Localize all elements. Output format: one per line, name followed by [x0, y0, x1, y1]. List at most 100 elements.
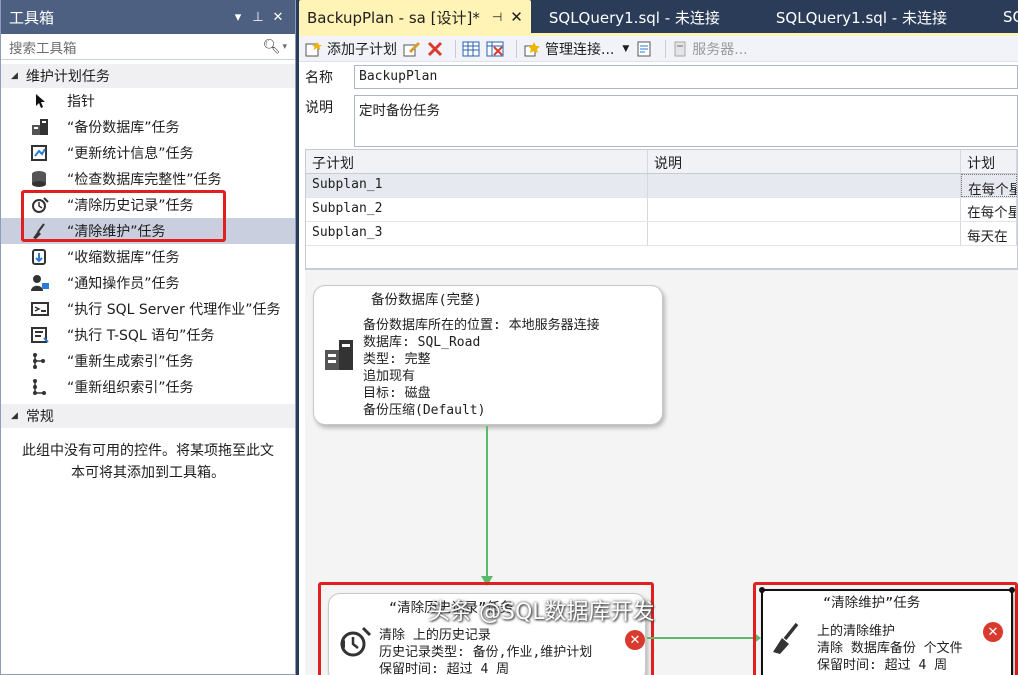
selection-handle[interactable] [1009, 587, 1015, 593]
description-label: 说明 [305, 100, 333, 116]
history-cleanup-icon [337, 624, 373, 665]
toolbox-titlebar: 工具箱 ▾ ⊥ ✕ [1, 0, 295, 34]
cell-description[interactable] [648, 174, 962, 197]
maintenance-cleanup-task[interactable]: “清除维护”任务 上的清除维护 清除 数据库备份 个文件 保留时间: 超过 4 … [759, 587, 1015, 675]
agent-job-icon [29, 299, 51, 319]
pin-icon[interactable]: ⊥ [249, 10, 267, 25]
toolbar-separator [665, 39, 667, 58]
tool-item-agent-job[interactable]: “执行 SQL Server 代理作业”任务 [1, 296, 295, 322]
column-header-subplan[interactable]: 子计划 [306, 150, 649, 173]
watermark-text: 头条 @SQL数据库开发 [428, 600, 655, 625]
detail-line: 历史记录类型: 备份,作业,维护计划 [379, 645, 593, 660]
cell-schedule[interactable]: 每天在 [961, 222, 1017, 245]
update-statistics-icon [29, 143, 51, 163]
column-header-description[interactable]: 说明 [648, 150, 962, 173]
pointer-icon [29, 91, 51, 111]
report-icon[interactable] [635, 41, 653, 57]
tool-item-label: “重新组织索引”任务 [67, 380, 194, 396]
error-icon[interactable]: ✕ [625, 630, 645, 650]
tool-item-label: “备份数据库”任务 [67, 120, 180, 136]
error-icon[interactable]: ✕ [983, 622, 1003, 642]
document-tabstrip: BackupPlan - sa [设计]* ⊣ ✕ SQLQuery1.sql … [299, 0, 1018, 34]
maintenance-cleanup-icon [769, 621, 803, 660]
dropdown-icon[interactable]: ▾ [229, 10, 247, 25]
manage-connections-button[interactable]: 管理连接... ▼ [523, 39, 629, 59]
tab-sq[interactable]: SQ [995, 0, 1018, 34]
tool-item-notify-operator[interactable]: “通知操作员”任务 [1, 270, 295, 296]
tool-item-label: “重新生成索引”任务 [67, 354, 194, 370]
edit-icon[interactable] [403, 41, 421, 57]
tab-label: SQLQuery1.sql - 未连接 [548, 8, 720, 27]
selection-handle[interactable] [759, 587, 765, 593]
search-icon[interactable]: 🔍︎ [263, 39, 281, 55]
tab-sqlquery1[interactable]: SQLQuery1.sql - 未连接 [541, 0, 728, 34]
table-row[interactable]: Subplan_2 在每个星 [306, 198, 1017, 222]
tool-item-label: “通知操作员”任务 [67, 276, 180, 292]
tab-sqlquery1-second[interactable]: SQLQuery1.sql - 未连接 [768, 0, 955, 34]
close-icon[interactable]: ✕ [510, 8, 523, 26]
name-field[interactable]: BackupPlan [354, 65, 1018, 89]
cell-subplan[interactable]: Subplan_1 [306, 174, 649, 197]
description-field[interactable]: 定时备份任务 [354, 95, 1018, 147]
designer-toolbar: 添加子计划 管理连接... ▼ 服务器... [299, 36, 1018, 62]
tool-item-label: “执行 T-SQL 语句”任务 [67, 328, 215, 344]
cell-subplan[interactable]: Subplan_3 [306, 222, 649, 245]
precedence-connector[interactable] [647, 637, 755, 639]
table-row[interactable]: Subplan_3 每天在 [306, 222, 1017, 246]
search-placeholder: 搜索工具箱 [9, 40, 77, 57]
tool-item-update-statistics[interactable]: “更新统计信息”任务 [1, 140, 295, 166]
reorganize-index-icon [29, 377, 51, 397]
cell-description[interactable] [648, 222, 962, 245]
group-maintenance-label: 维护计划任务 [25, 69, 110, 85]
detail-line: 备份压缩(Default) [363, 403, 486, 418]
cell-subplan[interactable]: Subplan_2 [306, 198, 649, 221]
column-header-schedule[interactable]: 计划 [961, 150, 1017, 173]
tool-item-label: “检查数据库完整性”任务 [67, 172, 222, 188]
group-maintenance-tasks[interactable]: ◢ 维护计划任务 [1, 64, 295, 88]
table-row[interactable]: Subplan_1 在每个星 [306, 174, 1017, 198]
collapse-icon[interactable]: ◢ [11, 411, 18, 421]
tab-backupplan[interactable]: BackupPlan - sa [设计]* ⊣ ✕ [299, 0, 531, 34]
add-subplan-button[interactable]: 添加子计划 [305, 39, 397, 59]
toolbox-search-input[interactable]: 搜索工具箱 🔍︎ ▾ [1, 34, 295, 60]
cell-description[interactable] [648, 198, 962, 221]
search-dropdown-icon[interactable]: ▾ [282, 42, 287, 52]
dropdown-arrow-icon[interactable]: ▼ [622, 44, 629, 54]
manage-connections-icon [524, 41, 540, 56]
general-empty-note: 此组中没有可用的控件。将某项拖至此文本可将其添加到工具箱。 [22, 443, 274, 481]
design-surface[interactable]: 备份数据库(完整) 备份数据库所在的位置: 本地服务器连接 数据库: SQL_R… [305, 269, 1018, 675]
task-title: “清除维护”任务 [823, 595, 921, 611]
group-general[interactable]: ◢ 常规 [1, 404, 295, 428]
servers-button[interactable]: 服务器... [672, 39, 748, 59]
delete-icon[interactable] [427, 41, 443, 57]
schedule-icon[interactable] [462, 41, 480, 57]
tool-item-reorganize-index[interactable]: “重新组织索引”任务 [1, 374, 295, 400]
add-subplan-icon [305, 41, 322, 56]
tool-item-label: “执行 SQL Server 代理作业”任务 [67, 302, 281, 318]
tab-label: BackupPlan - sa [设计]* [307, 8, 480, 27]
detail-line: 上的清除维护 [817, 624, 896, 639]
pin-icon[interactable]: ⊣ [492, 10, 502, 24]
tool-item-pointer[interactable]: 指针 [1, 88, 295, 114]
collapse-icon[interactable]: ◢ [11, 71, 18, 81]
remove-schedule-icon[interactable] [486, 41, 504, 57]
tool-item-tsql[interactable]: “执行 T-SQL 语句”任务 [1, 322, 295, 348]
cell-schedule[interactable]: 在每个星 [961, 174, 1017, 197]
backup-database-task[interactable]: 备份数据库(完整) 备份数据库所在的位置: 本地服务器连接 数据库: SQL_R… [313, 285, 663, 425]
detail-line: 保留时间: 超过 4 周 [379, 662, 510, 675]
detail-line: 备份数据库所在的位置: 本地服务器连接 [363, 318, 600, 333]
tool-item-backup-database[interactable]: “备份数据库”任务 [1, 114, 295, 140]
tool-item-label: “收缩数据库”任务 [67, 250, 180, 266]
close-icon[interactable]: ✕ [269, 10, 287, 25]
backup-database-icon [322, 338, 356, 377]
tool-item-shrink-database[interactable]: “收缩数据库”任务 [1, 244, 295, 270]
detail-line: 追加现有 [363, 369, 416, 384]
tool-item-rebuild-index[interactable]: “重新生成索引”任务 [1, 348, 295, 374]
add-subplan-label: 添加子计划 [327, 41, 397, 58]
tool-item-label: 指针 [67, 94, 95, 110]
cell-schedule[interactable]: 在每个星 [961, 198, 1017, 221]
precedence-connector[interactable] [486, 426, 488, 578]
group-general-label: 常规 [25, 409, 54, 425]
tool-item-check-integrity[interactable]: “检查数据库完整性”任务 [1, 166, 295, 192]
task-details: 上的清除维护 清除 数据库备份 个文件 保留时间: 超过 4 周 [817, 623, 963, 674]
